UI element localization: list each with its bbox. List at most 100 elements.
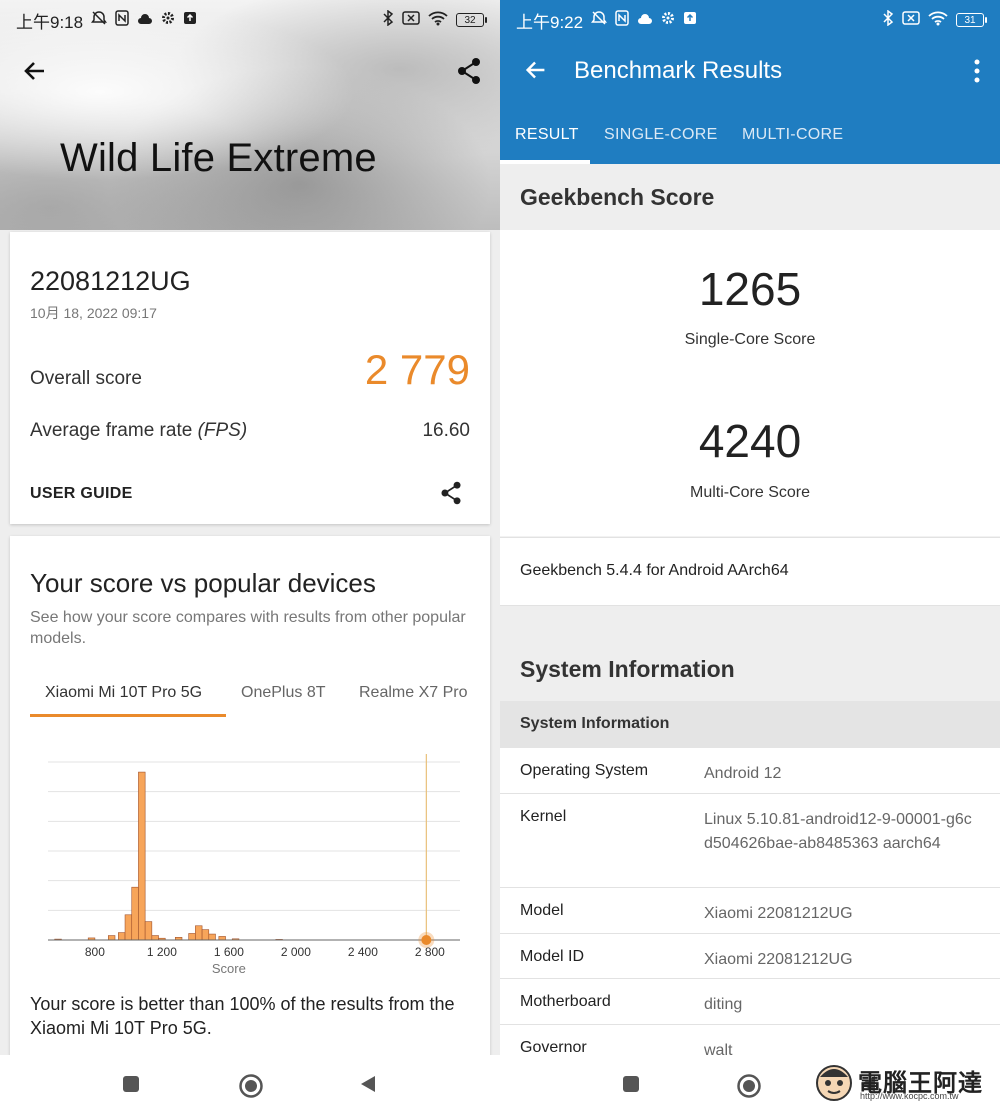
tab-oneplus-8t[interactable]: OnePlus 8T <box>241 684 325 702</box>
info-key: Kernel <box>520 808 567 825</box>
settings-icon <box>661 11 675 29</box>
x-tick-label: 1 600 <box>214 945 244 959</box>
histogram-bar <box>138 771 146 941</box>
overall-score-value: 2 779 <box>364 346 470 393</box>
app-bar: 上午9:22 31 Benchmark Results RESULT SINGL… <box>500 0 1000 164</box>
histogram-bar <box>107 935 116 941</box>
cloud-icon <box>637 12 653 29</box>
result-date: 10月 18, 2022 09:17 <box>30 305 157 321</box>
histogram-bar <box>151 935 159 941</box>
upload-icon <box>683 11 697 29</box>
tab-xiaomi-mi-10t-pro[interactable]: Xiaomi Mi 10T Pro 5G <box>45 684 202 702</box>
tab-realme-x7-pro[interactable]: Realme X7 Pro <box>359 684 468 702</box>
home-button[interactable] <box>238 1073 263 1098</box>
subheader-label: System Information <box>520 715 670 732</box>
geekbench-version: Geekbench 5.4.4 for Android AArch64 <box>520 562 789 579</box>
x-axis-label: Score <box>212 961 246 976</box>
histogram-bar <box>144 921 153 941</box>
histogram-bar <box>131 886 139 941</box>
right-screen-geekbench: 上午9:22 31 Benchmark Results RESULT SINGL… <box>500 0 1000 1113</box>
user-guide-link[interactable]: USER GUIDE <box>30 485 133 503</box>
back-arrow-icon[interactable] <box>522 56 550 84</box>
compare-title: Your score vs popular devices <box>30 568 376 598</box>
histogram-bar <box>208 933 216 941</box>
bluetooth-icon <box>382 9 394 30</box>
system-information-header: System Information <box>500 605 1000 701</box>
histogram-bar <box>118 932 126 941</box>
histogram-bar <box>188 933 196 941</box>
tab-single-core[interactable]: SINGLE-CORE <box>604 126 718 144</box>
your-score-marker <box>421 935 432 945</box>
histogram-bar <box>201 929 210 941</box>
share-icon[interactable] <box>454 56 484 86</box>
fps-value: 16.60 <box>422 420 470 441</box>
fps-unit: (FPS) <box>197 420 248 441</box>
info-value: diting <box>704 996 743 1013</box>
comparison-result-text: Your score is better than 100% of the re… <box>30 994 455 1038</box>
info-key: Model <box>520 902 564 919</box>
no-sim-icon <box>902 11 920 29</box>
multi-core-label: Multi-Core Score <box>689 484 811 501</box>
bluetooth-icon <box>882 9 894 30</box>
battery-indicator: 32 <box>456 13 487 27</box>
upload-icon <box>183 11 197 29</box>
watermark-url: http://www.kocpc.com.tw <box>860 1091 959 1101</box>
nfc-icon <box>115 10 129 30</box>
section-title: Geekbench Score <box>520 184 715 210</box>
alarm-off-icon <box>591 10 608 30</box>
device-name: 22081212UG <box>30 266 191 296</box>
x-tick-label: 2 800 <box>415 945 445 959</box>
version-row: Geekbench 5.4.4 for Android AArch64 <box>500 537 1000 605</box>
left-screen-3dmark: 上午9:18 32 Wild Life Extreme 22081212UG 1… <box>0 0 500 1113</box>
compare-description: See how your score compares with results… <box>30 609 466 647</box>
recents-button[interactable] <box>120 1073 142 1095</box>
nfc-icon <box>615 10 629 30</box>
single-core-score: 1265 <box>698 263 802 315</box>
site-watermark: 電腦王阿達 http://www.kocpc.com.tw <box>812 1059 992 1107</box>
multi-core-score: 4240 <box>698 415 802 467</box>
battery-indicator: 31 <box>956 13 987 27</box>
score-distribution-chart: 800 1 200 1 600 2 000 2 400 2 800 Score <box>48 754 460 976</box>
device-tabs: Xiaomi Mi 10T Pro 5G OnePlus 8T Realme X… <box>10 676 490 718</box>
alarm-off-icon <box>91 10 108 30</box>
benchmark-title: Wild Life Extreme <box>60 136 377 180</box>
compare-card: Your score vs popular devices See how yo… <box>10 536 490 1056</box>
histogram-bar <box>218 936 226 941</box>
share-icon[interactable] <box>438 480 464 506</box>
fps-label: Average frame rate (FPS) <box>30 420 247 442</box>
settings-icon <box>161 11 175 29</box>
status-time: 上午9:22 <box>516 12 584 32</box>
wifi-icon <box>928 10 948 30</box>
home-button[interactable] <box>736 1073 761 1098</box>
info-row-model: Model Xiaomi 22081212UG <box>500 888 1000 934</box>
wifi-icon <box>428 10 448 30</box>
tab-multi-core[interactable]: MULTI-CORE <box>742 126 843 144</box>
tab-result[interactable]: RESULT <box>515 126 579 144</box>
back-arrow-icon[interactable] <box>20 56 50 86</box>
x-tick-label: 800 <box>85 945 105 959</box>
active-tab-indicator <box>30 714 226 717</box>
app-bar-title: Benchmark Results <box>574 57 783 84</box>
recents-button[interactable] <box>620 1073 642 1095</box>
info-value: Android 12 <box>704 765 782 782</box>
overall-score-label: Overall score <box>30 368 142 389</box>
info-key: Motherboard <box>520 993 611 1010</box>
cloud-icon <box>137 12 153 29</box>
x-tick-label: 1 200 <box>147 945 177 959</box>
scores-block: 1265 Single-Core Score 4240 Multi-Core S… <box>500 230 1000 536</box>
mascot-logo-icon <box>816 1065 852 1101</box>
single-core-label: Single-Core Score <box>684 331 816 348</box>
back-button[interactable] <box>357 1073 379 1095</box>
overflow-menu-icon[interactable] <box>972 58 982 84</box>
no-sim-icon <box>402 11 420 29</box>
info-value: Xiaomi 22081212UG <box>704 951 853 968</box>
status-time: 上午9:18 <box>16 12 84 32</box>
info-key: Model ID <box>520 948 585 965</box>
info-row-motherboard: Motherboard diting <box>500 979 1000 1025</box>
system-information-subheader: System Information <box>500 701 1000 748</box>
histogram-bar <box>195 925 203 941</box>
status-bar: 上午9:18 32 <box>0 0 500 40</box>
system-nav-bar <box>0 1055 500 1113</box>
info-value: Xiaomi 22081212UG <box>704 905 853 922</box>
geekbench-score-header: Geekbench Score <box>500 164 1000 230</box>
